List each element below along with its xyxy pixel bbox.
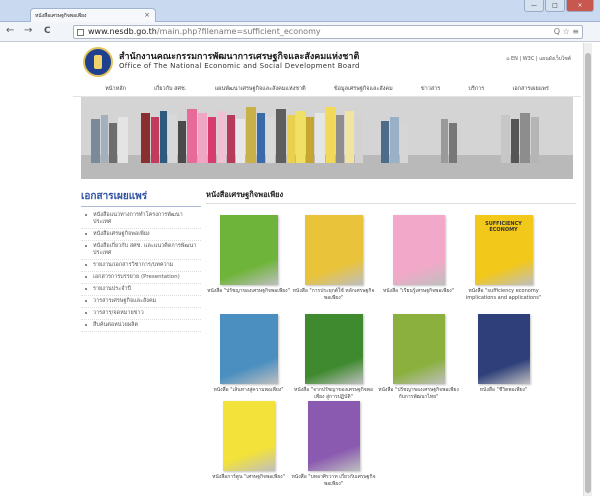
- maximize-button[interactable]: □: [545, 0, 565, 12]
- book-cover[interactable]: [392, 215, 445, 285]
- bookshelf-banner: [81, 97, 573, 179]
- book-cover[interactable]: [307, 401, 360, 471]
- sidebar-item[interactable]: รายงานประจำปี: [81, 284, 201, 296]
- forward-button[interactable]: →: [24, 25, 32, 37]
- sidebar: เอกสารเผยแพร่ หนังสือแนวทางการทำโครงการพ…: [81, 189, 201, 332]
- tab-close-icon[interactable]: ×: [144, 11, 150, 19]
- close-window-button[interactable]: ×: [566, 0, 594, 12]
- window-controls: — □ ×: [523, 0, 594, 12]
- vertical-scrollbar[interactable]: [583, 43, 592, 496]
- cover-text: SUFFICIENCY ECONOMY: [485, 221, 522, 233]
- sidebar-title: เอกสารเผยแพร่: [81, 189, 201, 207]
- book-caption[interactable]: หนังสือ "sufficiency economy implication…: [461, 288, 546, 301]
- book-caption[interactable]: หนังสือ "ปรัชญาของเศรษฐกิจพอเพียงกับการพ…: [376, 387, 461, 400]
- book-item[interactable]: หนังสือ "เส้นทางสู่ความพอเพียง": [206, 314, 291, 394]
- nav-item[interactable]: เกี่ยวกับ สศช.: [154, 83, 186, 96]
- book-cover[interactable]: SUFFICIENCY ECONOMY: [474, 215, 533, 285]
- url-path: /main.php?filename=sufficient_economy: [156, 27, 321, 36]
- address-bar-actions[interactable]: Q ☆ ≡: [554, 26, 579, 38]
- url-host: www.nesdb.go.th: [88, 27, 157, 36]
- book-item[interactable]: หนังสือ "บทอาศิรวาท เกี่ยวกับเศรษฐกิจพอเ…: [291, 401, 376, 487]
- reload-button[interactable]: C: [44, 25, 51, 37]
- content-area: หนังสือเศรษฐกิจพอเพียง หนังสือ "ปรัชญาขอ…: [206, 189, 576, 487]
- address-bar[interactable]: www.nesdb.go.th/main.php?filename=suffic…: [73, 25, 583, 39]
- site-title-thai: สำนักงานคณะกรรมการพัฒนาการเศรษฐกิจและสัง…: [119, 52, 360, 62]
- sidebar-item[interactable]: วารสารเศรษฐกิจและสังคม: [81, 296, 201, 308]
- book-cover[interactable]: [222, 401, 275, 471]
- book-cover[interactable]: [304, 215, 363, 285]
- sidebar-item[interactable]: หนังสือเกี่ยวกับ สศช. และแนวคิดการพัฒนาป…: [81, 241, 201, 260]
- nav-item[interactable]: บริการ: [468, 83, 484, 96]
- bookshelf-image: [81, 97, 573, 179]
- book-caption[interactable]: หนังสือการ์ตูน "เศรษฐกิจพอเพียง": [206, 474, 291, 481]
- book-caption[interactable]: หนังสือ "บทอาศิรวาท เกี่ยวกับเศรษฐกิจพอเ…: [291, 474, 376, 487]
- section-title: หนังสือเศรษฐกิจพอเพียง: [206, 189, 576, 204]
- browser-tabstrip: หนังสือเศรษฐกิจพอเพียง × — □ ×: [0, 0, 600, 22]
- book-cover[interactable]: [219, 314, 278, 384]
- minimize-button[interactable]: —: [524, 0, 544, 12]
- book-item[interactable]: หนังสือ "เรียนรู้เศรษฐกิจพอเพียง": [376, 215, 461, 295]
- book-item[interactable]: หนังสือ "จากปรัชญาของเศรษฐกิจพอเพียง สู่…: [291, 314, 376, 400]
- book-cover[interactable]: [477, 314, 530, 384]
- book-caption[interactable]: หนังสือ "ชีวิตพอเพียง": [461, 387, 546, 394]
- book-caption[interactable]: หนังสือ "การประยุกต์ใช้ หลักเศรษฐกิจพอเพ…: [291, 288, 376, 301]
- nav-item[interactable]: ข่าวสาร: [421, 83, 440, 96]
- browser-tab[interactable]: หนังสือเศรษฐกิจพอเพียง ×: [30, 8, 156, 22]
- book-item[interactable]: SUFFICIENCY ECONOMY หนังสือ "sufficiency…: [461, 215, 546, 301]
- web-page: สำนักงานคณะกรรมการพัฒนาการเศรษฐกิจและสัง…: [73, 43, 581, 496]
- site-header: สำนักงานคณะกรรมการพัฒนาการเศรษฐกิจและสัง…: [73, 43, 581, 79]
- nav-item[interactable]: ข้อมูลเศรษฐกิจและสังคม: [334, 83, 393, 96]
- nav-item[interactable]: เอกสารเผยแพร่: [512, 83, 548, 96]
- book-item[interactable]: หนังสือ "ปรัชญาของเศรษฐกิจพอเพียง": [206, 215, 291, 295]
- back-button[interactable]: ←: [6, 25, 14, 37]
- page-icon: [77, 29, 84, 36]
- book-caption[interactable]: หนังสือ "เรียนรู้เศรษฐกิจพอเพียง": [376, 288, 461, 295]
- tab-title: หนังสือเศรษฐกิจพอเพียง: [35, 13, 87, 19]
- book-item[interactable]: หนังสือ "ชีวิตพอเพียง": [461, 314, 546, 394]
- site-title-english: Office of The National Economic and Soci…: [119, 62, 360, 70]
- sidebar-item[interactable]: วารสาร/จดหมายข่าว: [81, 308, 201, 320]
- book-item[interactable]: หนังสือ "การประยุกต์ใช้ หลักเศรษฐกิจพอเพ…: [291, 215, 376, 301]
- book-cover[interactable]: [219, 215, 278, 285]
- book-cover[interactable]: [392, 314, 445, 384]
- book-item[interactable]: หนังสือการ์ตูน "เศรษฐกิจพอเพียง": [206, 401, 291, 481]
- sidebar-item[interactable]: เอกสารการบรรยาย (Presentation): [81, 272, 201, 284]
- browser-toolbar: ← → C www.nesdb.go.th/main.php?filename=…: [0, 22, 600, 42]
- book-caption[interactable]: หนังสือ "ปรัชญาของเศรษฐกิจพอเพียง": [206, 288, 291, 295]
- scrollbar-thumb[interactable]: [585, 53, 591, 493]
- main-nav: หน้าหลัก เกี่ยวกับ สศช. แผนพัฒนาเศรษฐกิจ…: [73, 83, 581, 97]
- nesdb-logo[interactable]: [83, 47, 113, 77]
- book-cover[interactable]: [304, 314, 363, 384]
- book-item[interactable]: หนังสือ "ปรัชญาของเศรษฐกิจพอเพียงกับการพ…: [376, 314, 461, 400]
- book-caption[interactable]: หนังสือ "เส้นทางสู่ความพอเพียง": [206, 387, 291, 394]
- sidebar-item[interactable]: หนังสือเศรษฐกิจพอเพียง: [81, 229, 201, 241]
- sidebar-item[interactable]: หนังสือแนวทางการทำโครงการพัฒนาประเทศ: [81, 210, 201, 229]
- book-caption[interactable]: หนังสือ "จากปรัชญาของเศรษฐกิจพอเพียง สู่…: [291, 387, 376, 400]
- top-links[interactable]: ⌂ EN | W3C | แผนผังเว็บไซต์: [506, 55, 571, 63]
- nav-item[interactable]: หน้าหลัก: [105, 83, 126, 96]
- sidebar-item[interactable]: รายงาน/เอกสารวิชาการ/บทความ: [81, 260, 201, 272]
- sidebar-item[interactable]: สืบค้นต่อหน่วยผลิต: [81, 320, 201, 332]
- nav-item[interactable]: แผนพัฒนาเศรษฐกิจและสังคมแห่งชาติ: [215, 83, 306, 96]
